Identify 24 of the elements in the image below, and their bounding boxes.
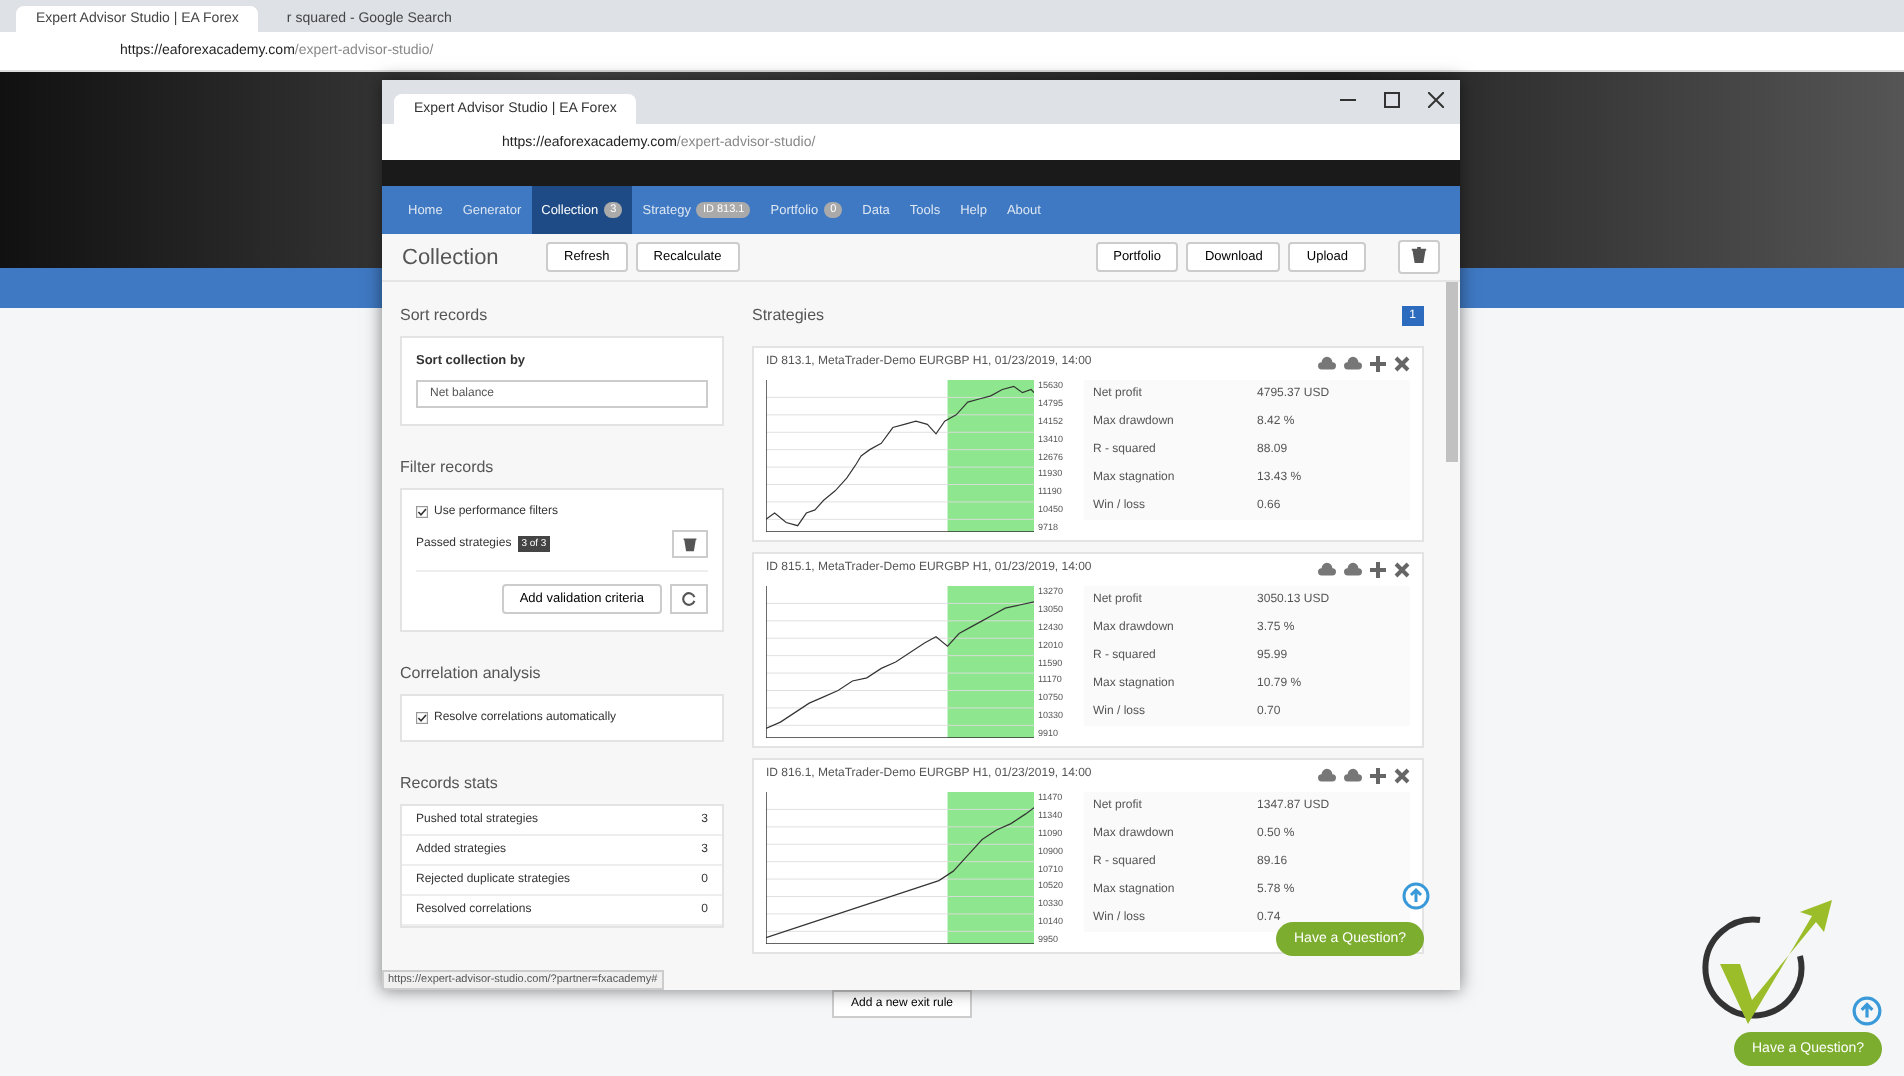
refresh-icon xyxy=(680,590,698,608)
plus-icon[interactable] xyxy=(1370,768,1386,784)
section-heading: Records stats xyxy=(400,774,500,792)
page-title: Collection xyxy=(402,245,501,269)
checkbox-icon xyxy=(416,712,428,724)
arrow-up-circle-icon[interactable] xyxy=(1402,882,1430,910)
close-icon[interactable] xyxy=(1394,768,1410,784)
trash-icon xyxy=(1410,246,1428,264)
close-icon[interactable] xyxy=(1394,356,1410,372)
checkbox-icon xyxy=(416,506,428,518)
close-icon[interactable] xyxy=(1428,92,1444,108)
trash-icon xyxy=(682,536,698,552)
delete-button[interactable] xyxy=(672,530,708,558)
plus-icon[interactable] xyxy=(1370,562,1386,578)
section-heading: Correlation analysis xyxy=(400,664,543,682)
delete-button[interactable] xyxy=(1398,240,1440,274)
close-icon[interactable] xyxy=(1394,562,1410,578)
refresh-button[interactable] xyxy=(670,584,708,614)
section-heading: Strategies xyxy=(752,306,825,324)
plus-icon[interactable] xyxy=(1370,356,1386,372)
section-heading: Sort records xyxy=(400,306,490,324)
arrow-up-circle-icon[interactable] xyxy=(1852,996,1882,1026)
section-heading: Filter records xyxy=(400,458,496,476)
maximize-icon[interactable] xyxy=(1384,92,1400,108)
